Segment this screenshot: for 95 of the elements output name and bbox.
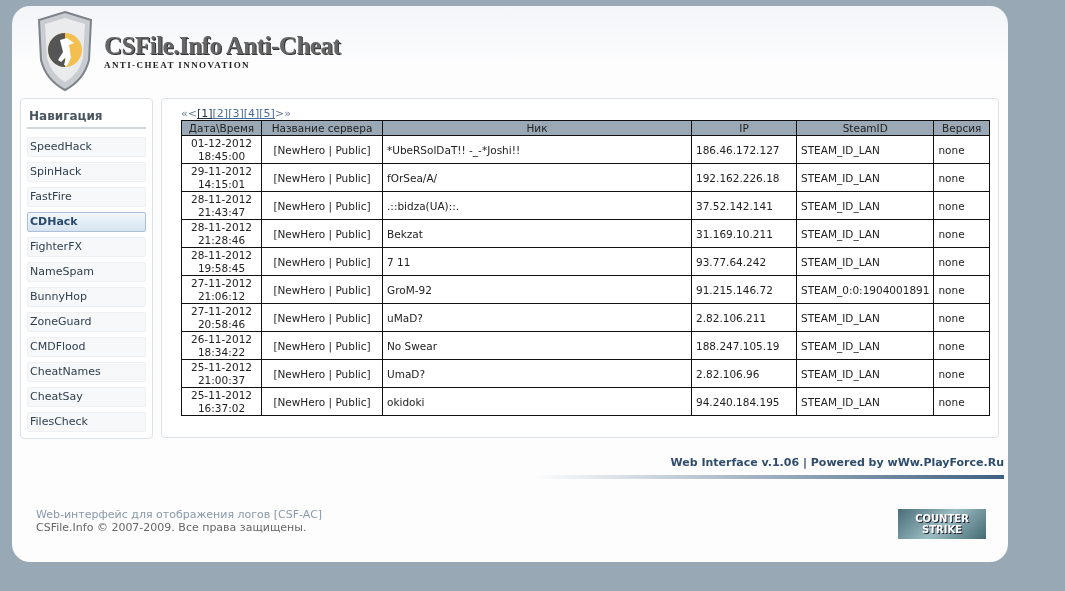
table-cell: fOrSea/A/ (382, 163, 692, 192)
logo-title: CSFile.Info Anti-Cheat (104, 32, 341, 60)
table-cell: [NewHero | Public] (261, 163, 383, 192)
page-link[interactable]: [3] (228, 107, 244, 120)
page-link[interactable]: [5] (259, 107, 275, 120)
table-cell: [NewHero | Public] (261, 387, 383, 416)
nav-item[interactable]: NameSpam (27, 262, 146, 282)
table-cell: [NewHero | Public] (261, 135, 383, 164)
table-cell: 31.169.10.211 (691, 219, 797, 248)
table-cell: 192.162.226.18 (691, 163, 797, 192)
nav-item[interactable]: SpinHack (27, 162, 146, 182)
nav-item[interactable]: CheatNames (27, 362, 146, 382)
table-cell: none (933, 191, 990, 220)
table-cell: No Swear (382, 331, 692, 360)
page-link[interactable]: [2] (212, 107, 229, 120)
table-cell: none (933, 135, 990, 164)
table-cell: none (933, 331, 990, 360)
table-cell: 28-11-2012 21:28:46 (181, 219, 262, 248)
previous-page-link[interactable]: < (187, 107, 197, 120)
table-cell: none (933, 219, 990, 248)
table-cell: 188.247.105.19 (691, 331, 797, 360)
counter-strike-badge: COUNTER STRIKE (898, 509, 986, 539)
column-header: Дата\Время (181, 120, 262, 136)
page-link[interactable]: [1] (196, 107, 213, 120)
table-cell: none (933, 359, 990, 388)
nav-item[interactable]: ZoneGuard (27, 312, 146, 332)
table-cell: 29-11-2012 14:15:01 (181, 163, 262, 192)
table-cell: 28-11-2012 21:43:47 (181, 191, 262, 220)
table-cell: 94.240.184.195 (691, 387, 797, 416)
table-cell: *UbeRSolDaT!! -_-*Joshi!! (382, 135, 692, 164)
sidebar-title: Навигация (27, 105, 146, 129)
column-header: SteamID (796, 120, 934, 136)
table-cell: STEAM_ID_LAN (796, 135, 934, 164)
nav-item[interactable]: BunnyHop (27, 287, 146, 307)
table-cell: 91.215.146.72 (691, 275, 797, 304)
table-cell: [NewHero | Public] (261, 275, 383, 304)
table-cell: [NewHero | Public] (261, 191, 383, 220)
table-cell: 27-11-2012 21:06:12 (181, 275, 262, 304)
table-cell: STEAM_ID_LAN (796, 359, 934, 388)
nav-item[interactable]: FastFire (27, 187, 146, 207)
nav-item[interactable]: CheatSay (27, 387, 146, 407)
column-header: IP (691, 120, 797, 136)
column-header: Версия (933, 120, 990, 136)
table-cell: 25-11-2012 21:00:37 (181, 359, 262, 388)
table-cell: [NewHero | Public] (261, 247, 383, 276)
table-cell: .::bidza(UA)::. (382, 191, 692, 220)
table-cell: none (933, 387, 990, 416)
table-cell: Bekzat (382, 219, 692, 248)
table-cell: [NewHero | Public] (261, 359, 383, 388)
table-cell: STEAM_ID_LAN (796, 219, 934, 248)
table-cell: 7 11 (382, 247, 692, 276)
nav-item[interactable]: CDHack (27, 212, 146, 232)
column-header: Название сервера (261, 120, 383, 136)
table-cell: 25-11-2012 16:37:02 (181, 387, 262, 416)
table-cell: 2.82.106.96 (691, 359, 797, 388)
table-cell: STEAM_ID_LAN (796, 303, 934, 332)
next-page-link[interactable]: > (274, 107, 285, 120)
table-cell: STEAM_ID_LAN (796, 387, 934, 416)
table-cell: 37.52.142.141 (691, 191, 797, 220)
table-cell: UmaD? (382, 359, 692, 388)
table-cell: [NewHero | Public] (261, 303, 383, 332)
table-cell: none (933, 247, 990, 276)
table-cell: 93.77.64.242 (691, 247, 797, 276)
table-cell: GroM-92 (382, 275, 692, 304)
table-cell: STEAM_ID_LAN (796, 191, 934, 220)
table-cell: [NewHero | Public] (261, 331, 383, 360)
page-link[interactable]: [4] (243, 107, 260, 120)
table-cell: STEAM_ID_LAN (796, 163, 934, 192)
footer-text: CSFile.Info © 2007-2009. Все права защищены. (36, 521, 308, 534)
table-cell: [NewHero | Public] (261, 219, 383, 248)
table-cell: STEAM_0:0:1904001891 (796, 275, 934, 304)
table-cell: none (933, 275, 990, 304)
nav-item[interactable]: FilesCheck (27, 412, 146, 432)
table-cell: 186.46.172.127 (691, 135, 797, 164)
nav-item[interactable]: SpeedHack (27, 137, 146, 157)
table-cell: 27-11-2012 20:58:46 (181, 303, 262, 332)
table-cell: 2.82.106.211 (691, 303, 797, 332)
nav-item[interactable]: CMDFlood (27, 337, 146, 357)
footer-text: Web-интерфейс для отображения логов [CSF-AC] (36, 508, 323, 521)
table-cell: none (933, 303, 990, 332)
table-cell: 28-11-2012 19:58:45 (181, 247, 262, 276)
shield-logo-icon (36, 10, 94, 92)
table-cell: STEAM_ID_LAN (796, 331, 934, 360)
last-page-link[interactable]: » (284, 107, 291, 120)
column-header: Ник (382, 120, 692, 136)
nav-item[interactable]: FighterFX (27, 237, 146, 257)
table-cell: 01-12-2012 18:45:00 (181, 135, 262, 164)
logo-tagline: ANTI-CHEAT INNOVATION (104, 60, 250, 70)
table-cell: okidoki (382, 387, 692, 416)
table-cell: uMaD? (382, 303, 692, 332)
powered-by-text: Web Interface v.1.06 | Powered by wWw.PlayForce.Ru (670, 456, 1004, 469)
table-cell: STEAM_ID_LAN (796, 247, 934, 276)
table-cell: 26-11-2012 18:34:22 (181, 331, 262, 360)
first-page-link[interactable]: « (181, 107, 188, 120)
table-cell: none (933, 163, 990, 192)
